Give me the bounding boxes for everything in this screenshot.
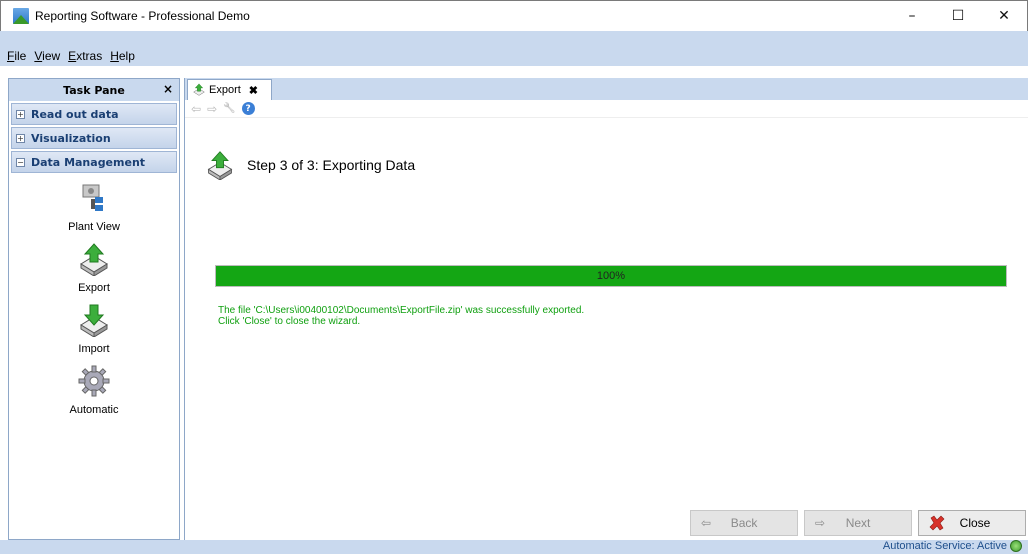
menu-view[interactable]: View — [30, 49, 64, 63]
group-label: Visualization — [31, 131, 111, 145]
task-pane-title: Task Pane — [63, 83, 125, 97]
plant-view-icon — [82, 184, 103, 211]
task-item-import[interactable]: Import — [9, 301, 179, 362]
task-item-label: Plant View — [68, 221, 120, 233]
task-pane-header: Task Pane × — [9, 79, 179, 101]
task-item-plant-view[interactable]: Plant View — [9, 179, 179, 240]
app-icon — [13, 8, 29, 24]
maximize-button[interactable]: ☐ — [935, 1, 981, 31]
toolbar: ⇦ ⇨ 🔧 ? — [185, 100, 1028, 118]
group-label: Data Management — [31, 155, 146, 169]
wizard-buttons: ⇦ Back ⇨ Next Close — [690, 510, 1026, 536]
menu-band — [0, 31, 1028, 46]
task-item-label: Import — [78, 343, 110, 355]
menu-bar: File View Extras Help — [0, 46, 1028, 66]
menu-file[interactable]: File — [3, 49, 30, 63]
menu-help[interactable]: Help — [106, 49, 139, 63]
export-icon — [207, 151, 233, 180]
service-active-icon — [1010, 540, 1022, 552]
tab-export[interactable]: Export ✖ — [187, 79, 272, 100]
export-icon — [80, 243, 108, 276]
next-button[interactable]: ⇨ Next — [804, 510, 912, 536]
collapse-icon[interactable]: − — [16, 157, 25, 167]
expand-icon[interactable]: + — [16, 109, 25, 119]
message-line: The file 'C:\Users\i00400102\Documents\E… — [218, 305, 585, 316]
close-x-icon — [929, 515, 945, 531]
window-title: Reporting Software - Professional Demo — [35, 9, 250, 23]
minimize-button[interactable]: – — [889, 1, 935, 31]
back-button-label: Back — [730, 516, 758, 530]
close-button[interactable]: Close — [918, 510, 1026, 536]
expand-icon[interactable]: + — [16, 133, 25, 143]
group-data-management[interactable]: − Data Management — [11, 151, 177, 173]
back-button[interactable]: ⇦ Back — [690, 510, 798, 536]
status-message: The file 'C:\Users\i00400102\Documents\E… — [218, 305, 584, 327]
progress-bar: 100% — [215, 265, 1007, 287]
back-arrow-icon: ⇦ — [701, 516, 712, 530]
tab-strip: Export ✖ — [185, 78, 1028, 100]
close-button-label: Close — [959, 516, 991, 530]
gear-icon — [78, 365, 110, 397]
help-icon[interactable]: ? — [241, 102, 255, 115]
import-icon — [80, 304, 108, 337]
main-area: Export ✖ ⇦ ⇨ 🔧 ? Step 3 of 3: Exporting … — [184, 78, 1028, 540]
tab-close-button[interactable]: ✖ — [249, 84, 258, 97]
task-item-automatic[interactable]: Automatic — [9, 362, 179, 423]
task-pane-close-button[interactable]: × — [163, 82, 173, 96]
wizard-step-title: Step 3 of 3: Exporting Data — [247, 157, 416, 173]
back-arrow-icon[interactable]: ⇦ — [191, 102, 201, 116]
title-bar: Reporting Software - Professional Demo –… — [0, 0, 1028, 31]
group-label: Read out data — [31, 107, 119, 121]
task-pane: Task Pane × + Read out data + Visualizat… — [8, 78, 180, 540]
wrench-icon[interactable]: 🔧 — [223, 103, 235, 114]
next-button-label: Next — [845, 516, 871, 530]
wizard-step-header: Step 3 of 3: Exporting Data — [205, 150, 415, 180]
message-line: Click 'Close' to close the wizard. — [218, 316, 361, 327]
service-status: Automatic Service: Active — [883, 540, 1022, 552]
forward-arrow-icon[interactable]: ⇨ — [207, 102, 217, 116]
service-status-label: Automatic Service: Active — [882, 540, 1007, 552]
status-bar: Automatic Service: Active — [0, 540, 1028, 554]
task-item-export[interactable]: Export — [9, 240, 179, 301]
task-item-label: Export — [78, 282, 110, 294]
export-icon — [193, 83, 205, 96]
menu-extras[interactable]: Extras — [64, 49, 106, 63]
window-close-button[interactable]: ✕ — [981, 1, 1027, 31]
tab-label: Export — [209, 84, 241, 96]
group-visualization[interactable]: + Visualization — [11, 127, 177, 149]
next-arrow-icon: ⇨ — [815, 516, 826, 530]
progress-label: 100% — [596, 270, 626, 282]
task-item-label: Automatic — [69, 404, 119, 416]
group-read-out-data[interactable]: + Read out data — [11, 103, 177, 125]
